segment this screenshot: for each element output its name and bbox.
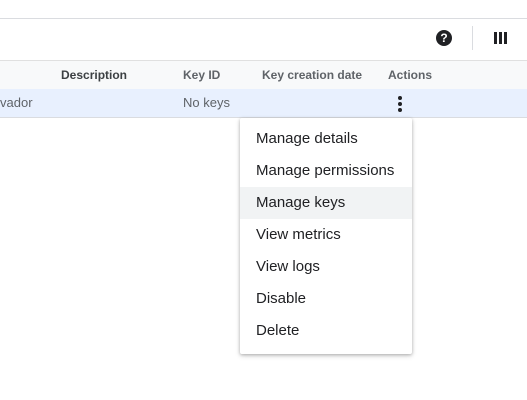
- top-bar: [0, 0, 527, 19]
- service-account-name[interactable]: vador: [0, 95, 33, 110]
- column-header-actions: Actions: [388, 68, 433, 82]
- column-header-key-id[interactable]: Key ID: [183, 68, 220, 82]
- table-row[interactable]: vador No keys: [0, 89, 527, 118]
- more-vert-icon[interactable]: [393, 94, 407, 114]
- column-header-description[interactable]: Description: [61, 68, 127, 82]
- menu-item-manage-keys[interactable]: Manage keys: [240, 187, 412, 219]
- key-id-cell: No keys: [183, 95, 230, 110]
- actions-menu: Manage details Manage permissions Manage…: [240, 118, 412, 354]
- toolbar-divider: [472, 26, 473, 50]
- menu-item-disable[interactable]: Disable: [240, 283, 412, 315]
- menu-item-view-metrics[interactable]: View metrics: [240, 219, 412, 251]
- menu-item-manage-details[interactable]: Manage details: [240, 123, 412, 155]
- menu-item-view-logs[interactable]: View logs: [240, 251, 412, 283]
- column-header-key-creation-date[interactable]: Key creation date: [262, 68, 362, 82]
- table-header-row: Description Key ID Key creation date Act…: [0, 60, 527, 90]
- column-display-icon[interactable]: [494, 31, 508, 45]
- menu-item-delete[interactable]: Delete: [240, 315, 412, 347]
- help-icon[interactable]: ?: [436, 30, 452, 46]
- menu-item-manage-permissions[interactable]: Manage permissions: [240, 155, 412, 187]
